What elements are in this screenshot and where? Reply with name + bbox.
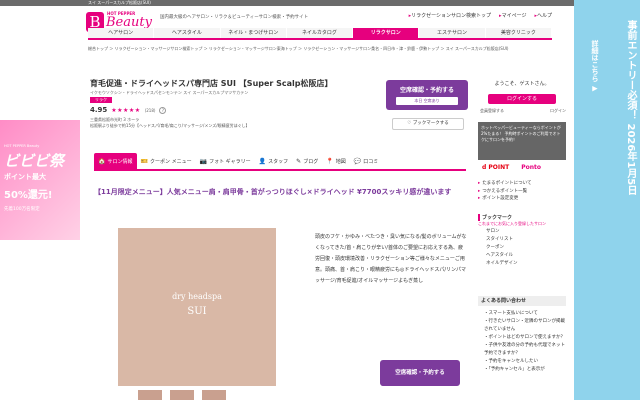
map-pin-icon: 📍 — [326, 157, 334, 165]
login-link[interactable]: ログイン — [550, 108, 566, 114]
point-link[interactable]: たまるポイントについて — [478, 180, 566, 188]
ad-right-sub: 詳細はこちら ▶ — [591, 40, 599, 93]
left-campaign-ad[interactable]: HOT PEPPER Beauty ビビビ祭 ポイント最大 50%還元! 先着1… — [0, 120, 80, 240]
star-icons: ★★★★★ — [111, 106, 141, 114]
photo-brand-text: dry headspa — [172, 292, 222, 301]
faq-item[interactable]: ポイントはどのサロンで使えますか？ — [484, 334, 566, 342]
greeting: ようこそ、ゲストさん。 — [494, 81, 550, 87]
right-campaign-ad[interactable]: 事前エントリー必須！ 2026年1月5日 詳細はこちら ▶ — [574, 0, 640, 400]
thumbnail[interactable] — [138, 390, 162, 400]
reserve-button-bottom[interactable]: 空席確認・予約する — [380, 360, 460, 386]
bookmark-section-sub: これまでにお気に入り登録したサロン — [478, 221, 546, 226]
tab-salon-info[interactable]: 🏠 サロン情報 — [94, 153, 137, 169]
coupon-icon: 🎫 — [140, 157, 148, 165]
camera-icon: 📷 — [199, 157, 208, 165]
category-badge: リラク — [90, 97, 112, 103]
bookmark-links: サロン スタイリスト クーポン ヘアスタイル ネイルデザイン — [486, 228, 566, 268]
tab-photo[interactable]: 📷 フォト ギャラリー — [196, 153, 255, 169]
ad-title: ビビビ祭 — [4, 152, 65, 170]
faq-item[interactable]: スマート支払いについて — [484, 310, 566, 318]
bookmark-button[interactable]: ♡ ブックマークする — [392, 118, 464, 130]
photo-brand-name: SUI — [187, 306, 207, 317]
point-links: たまるポイントについて つかえるポイント一覧 ポイント設定変更 — [478, 180, 566, 203]
tab-coupon[interactable]: 🎫 クーポン メニュー — [137, 153, 196, 169]
point-partners: d POINT Ponto — [482, 164, 541, 171]
nav-beauty-clinic[interactable]: 美容クリニック — [486, 28, 552, 38]
rating-score: 4.95 — [90, 106, 108, 114]
faq-item[interactable]: 行きたいサロン・近隣のサロンが掲載されていません — [484, 318, 566, 334]
site-tagline: 国内最大級のヘアサロン・リラク＆ビューティーサロン検索・予約サイト — [160, 15, 309, 20]
faq-list: スマート支払いについて 行きたいサロン・近隣のサロンが掲載されていません ポイン… — [484, 310, 566, 374]
dpoint-logo: d POINT — [482, 164, 510, 171]
availability-badge: 本日 空席あり — [396, 97, 458, 105]
help-icon[interactable]: ? — [159, 106, 167, 114]
faq-item[interactable]: 子供や友達の分の予約も代理でネット予約できますか？ — [484, 342, 566, 358]
photo-thumbnails — [138, 390, 226, 400]
salon-tabs: 🏠 サロン情報 🎫 クーポン メニュー 📷 フォト ギャラリー 👤 スタッフ ✎ ブログ … — [94, 153, 466, 171]
nav-hair-style[interactable]: ヘアスタイル — [154, 28, 221, 38]
thumbnail[interactable] — [170, 390, 194, 400]
nav-relax-salon[interactable]: リラクサロン — [353, 28, 420, 38]
speech-bubble-icon: 💬 — [353, 157, 362, 165]
nav-esthe-salon[interactable]: エステサロン — [419, 28, 486, 38]
ad-right-main: 事前エントリー必須！ 2026年1月5日 — [625, 20, 636, 196]
faq-item[interactable]: 「予約キャンセル」と表示が — [484, 366, 566, 374]
faq-item[interactable]: 予約をキャンセルしたい — [484, 358, 566, 366]
nav-hair-salon[interactable]: ヘアサロン — [88, 28, 155, 38]
tab-blog[interactable]: ✎ ブログ — [292, 153, 322, 169]
reserve-button[interactable]: 空席確認・予約する 本日 空席あり — [386, 80, 468, 110]
header-link-help[interactable]: ▸ヘルプ — [534, 12, 552, 19]
ponta-logo: Ponto — [521, 164, 542, 171]
featured-menu-title[interactable]: 【11月限定メニュー】人気メニュー肩・肩甲骨・首がっつりほぐし×ドライヘッド ¥… — [94, 186, 466, 198]
person-icon: 👤 — [258, 157, 267, 165]
shop-name: 育毛促進・ドライヘッドスパ専門店 SUI 【Super Scalp松阪店】 — [90, 79, 333, 88]
point-link[interactable]: つかえるポイント一覧 — [478, 188, 566, 196]
shop-access: 松阪駅より徒歩で約15分【ヘッドスパ/育毛/肩こり/マッサージ/メンズ/眼精疲労… — [90, 123, 250, 128]
rating: 4.95 ★★★★★ (218) ? — [90, 106, 167, 114]
thumbnail[interactable] — [202, 390, 226, 400]
ad-limit: 先着100万名限定 — [4, 207, 40, 212]
header-link-relax-top[interactable]: ▸リラクゼーションサロン検索トップ — [409, 12, 491, 19]
main-nav: ヘアサロン ヘアスタイル ネイル・まつげサロン ネイルカタログ リラクサロン エ… — [88, 28, 552, 40]
bookmark-link[interactable]: ヘアスタイル — [486, 252, 566, 260]
point-link[interactable]: ポイント設定変更 — [478, 195, 566, 203]
bookmark-section-title: ブックマーク — [478, 214, 566, 221]
home-icon: 🏠 — [98, 157, 106, 165]
ad-brand: HOT PEPPER Beauty — [4, 144, 40, 148]
faq-title: よくある問い合わせ — [478, 296, 566, 306]
shop-kana: イクモウソクシン・ドライヘッドスパセンモンテン スイ スーパースカルプマツサカテ… — [90, 90, 249, 95]
point-info-box[interactable]: ホットペッパービューティーならポイントが2%たまる！ 予約時ポイントのご利用でオ… — [478, 122, 566, 160]
bookmark-link[interactable]: クーポン — [486, 244, 566, 252]
reserve-label: 空席確認・予約する — [399, 87, 454, 94]
header-link-mypage[interactable]: ▸マイページ — [499, 12, 526, 19]
ad-point-value: 50%還元! — [4, 190, 53, 201]
bookmark-link[interactable]: スタイリスト — [486, 236, 566, 244]
tab-map[interactable]: 📍 地図 — [322, 153, 350, 169]
register-link[interactable]: 会員登録する — [480, 108, 504, 114]
tab-reviews[interactable]: 💬 口コミ — [350, 153, 383, 169]
breadcrumb[interactable]: 総合トップ ＞ リラクゼーション・マッサージサロン検索トップ ＞ リラクゼーショ… — [88, 45, 554, 52]
login-button[interactable]: ログインする — [488, 94, 556, 104]
nav-nail-catalog[interactable]: ネイルカタログ — [287, 28, 354, 38]
shop-header: 育毛促進・ドライヘッドスパ専門店 SUI 【Super Scalp松阪店】 イク… — [88, 76, 470, 150]
ad-point-label: ポイント最大 — [4, 173, 46, 181]
salon-description: 頭皮のフケ・かゆみ・べたつき・臭い気になる/髪のボリュームがなくなってきた/首・… — [315, 234, 467, 284]
account-links: 会員登録する ログイン — [480, 108, 566, 114]
review-count[interactable]: (218) — [145, 108, 156, 113]
salon-photo[interactable]: dry headspa SUI — [118, 228, 276, 386]
header-links: ▸リラクゼーションサロン検索トップ ▸マイページ ▸ヘルプ — [409, 12, 552, 19]
tab-staff[interactable]: 👤 スタッフ — [255, 153, 293, 169]
nav-nail-salon[interactable]: ネイル・まつげサロン — [221, 28, 287, 38]
bookmark-link[interactable]: サロン — [486, 228, 566, 236]
bookmark-link[interactable]: ネイルデザイン — [486, 260, 566, 268]
pen-icon: ✎ — [296, 157, 302, 165]
